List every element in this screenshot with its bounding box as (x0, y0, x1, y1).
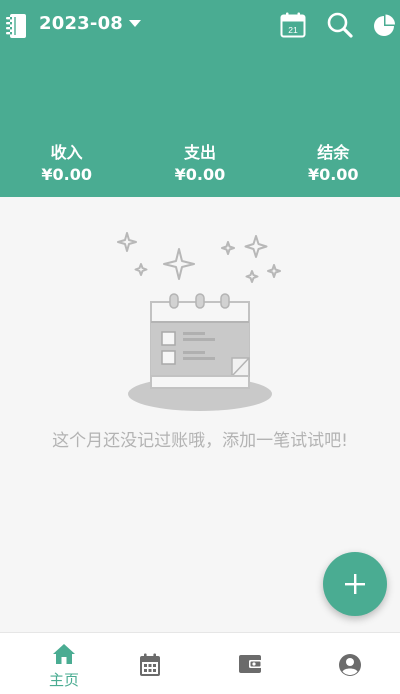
nav-item-calendar[interactable] (100, 633, 200, 694)
account-icon (339, 654, 361, 676)
calendar-day-text: 21 (288, 25, 298, 35)
add-record-button[interactable] (323, 552, 387, 616)
caret-down-icon (129, 20, 142, 27)
home-icon (53, 644, 75, 664)
month-label: 2023-08 (39, 13, 124, 34)
header: 2023-08 21 收入 ¥0.00 支出 ¥0.00 结余 ¥0.00 (0, 0, 400, 197)
calendar-icon[interactable]: 21 (279, 11, 307, 39)
search-icon[interactable] (326, 11, 354, 39)
income-value: ¥0.00 (41, 165, 92, 184)
expense-label: 支出 (183, 143, 216, 162)
nav-label-home: 主页 (48, 671, 79, 689)
month-selector[interactable]: 2023-08 (39, 13, 142, 34)
expense-value: ¥0.00 (174, 165, 226, 184)
wallet-icon (239, 655, 262, 673)
balance-summary: 结余 ¥0.00 (267, 142, 400, 190)
notebook-icon[interactable] (6, 13, 28, 39)
calendar-nav-icon (140, 653, 160, 676)
income-label: 收入 (50, 143, 83, 162)
bottom-navigation: 主页 (0, 632, 400, 694)
nav-item-wallet[interactable] (200, 633, 300, 694)
empty-state-illustration (117, 232, 281, 411)
income-summary: 收入 ¥0.00 (0, 142, 133, 190)
summary-row: 收入 ¥0.00 支出 ¥0.00 结余 ¥0.00 (0, 142, 400, 190)
nav-item-profile[interactable] (300, 633, 400, 694)
app-root: 2023-08 21 收入 ¥0.00 支出 ¥0.00 结余 ¥0.00 这个… (0, 0, 400, 694)
expense-summary: 支出 ¥0.00 (133, 142, 266, 190)
balance-value: ¥0.00 (307, 165, 359, 184)
balance-label: 结余 (317, 143, 350, 162)
pie-chart-icon[interactable] (373, 11, 395, 39)
plus-icon (345, 574, 365, 594)
empty-state-message: 这个月还没记过账哦，添加一笔试试吧! (52, 431, 348, 451)
nav-item-home[interactable]: 主页 (0, 633, 100, 694)
top-bar: 2023-08 21 (0, 0, 400, 52)
